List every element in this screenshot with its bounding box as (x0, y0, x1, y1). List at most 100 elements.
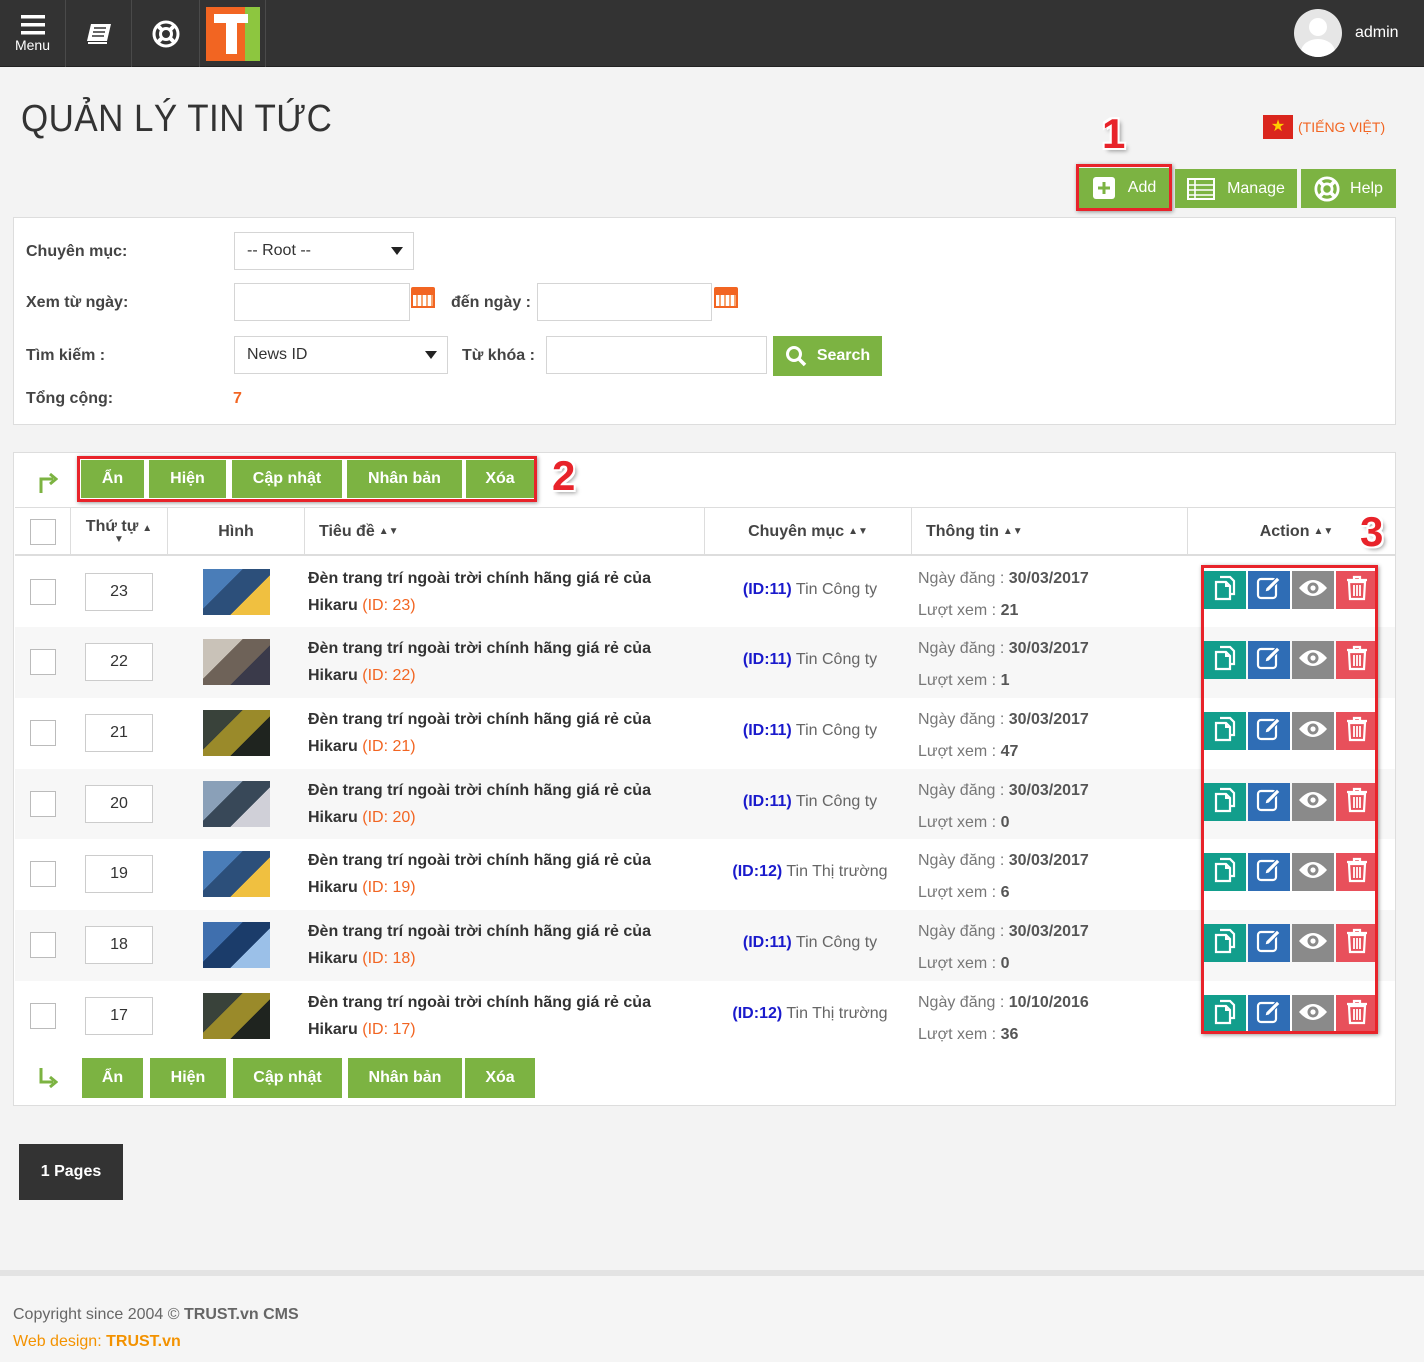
category-select[interactable]: -- Root -- (234, 232, 414, 270)
help-button[interactable]: Help (1301, 169, 1396, 208)
news-id: (ID: 20) (362, 809, 416, 826)
annotation-3: 3 (1360, 508, 1384, 555)
menu-icon (20, 14, 45, 34)
header-info[interactable]: Thông tin ▲▼ (912, 508, 1188, 555)
calendar-icon[interactable] (411, 284, 435, 308)
news-thumbnail[interactable] (203, 569, 270, 615)
manage-button[interactable]: Manage (1175, 169, 1297, 208)
header-title[interactable]: Tiêu đề ▲▼ (305, 508, 705, 555)
show-button-bottom[interactable]: Hiện (150, 1058, 226, 1098)
news-title[interactable]: Đèn trang trí ngoài trời chính hãng giá … (308, 989, 688, 1043)
category-value: -- Root -- (247, 242, 311, 259)
news-thumbnail[interactable] (203, 639, 270, 685)
row-checkbox[interactable] (30, 579, 56, 605)
news-title[interactable]: Đèn trang trí ngoài trời chính hãng giá … (308, 847, 688, 901)
news-id: (ID: 19) (362, 879, 416, 896)
sort-icon: ▲▼ (378, 526, 399, 537)
username[interactable]: admin (1355, 24, 1399, 42)
web-design-link[interactable]: TRUST.vn (106, 1333, 181, 1350)
news-title[interactable]: Đèn trang trí ngoài trời chính hãng giá … (308, 918, 688, 972)
calendar-icon[interactable] (714, 284, 738, 308)
duplicate-button-bottom[interactable]: Nhân bản (348, 1058, 462, 1098)
keyword-input[interactable] (546, 336, 767, 374)
table-row: 18 Đèn trang trí ngoài trời chính hãng gi… (15, 910, 1395, 981)
search-field-select[interactable]: News ID (234, 336, 448, 374)
news-thumbnail[interactable] (203, 781, 270, 827)
order-input[interactable]: 18 (85, 926, 153, 964)
news-id: (ID: 22) (362, 667, 416, 684)
language-switch[interactable]: ★ (TIẾNG VIỆT) (1263, 115, 1385, 139)
pagination[interactable]: 1 Pages (19, 1144, 123, 1200)
search-button[interactable]: Search (773, 336, 882, 376)
news-category: (ID:11) Tin Công ty (742, 651, 878, 668)
news-title[interactable]: Đèn trang trí ngoài trời chính hãng giá … (308, 777, 688, 831)
news-title[interactable]: Đèn trang trí ngoài trời chính hãng giá … (308, 565, 688, 619)
order-input[interactable]: 22 (85, 643, 153, 681)
news-info: Ngày đăng : 30/03/2017 Lượt xem : 0 (918, 782, 1089, 831)
row-checkbox[interactable] (30, 720, 56, 746)
menu-button[interactable]: Menu (0, 0, 66, 67)
news-thumbnail[interactable] (203, 851, 270, 897)
language-label: (TIẾNG VIỆT) (1298, 119, 1386, 135)
news-category: (ID:11) Tin Công ty (742, 793, 878, 810)
sort-up-icon: ▲ (142, 523, 153, 534)
news-thumbnail[interactable] (203, 710, 270, 756)
book-button[interactable] (66, 0, 132, 67)
vietnam-flag-icon: ★ (1263, 115, 1293, 139)
row-checkbox[interactable] (30, 649, 56, 675)
table-row: 19 Đèn trang trí ngoài trời chính hãng gi… (15, 839, 1395, 910)
from-date-input[interactable] (234, 283, 410, 321)
news-thumbnail[interactable] (203, 922, 270, 968)
avatar[interactable] (1294, 9, 1342, 57)
news-category: (ID:11) Tin Công ty (742, 934, 878, 951)
total-label: Tổng cộng: (26, 390, 114, 407)
header-category[interactable]: Chuyên mục ▲▼ (705, 508, 912, 555)
table-header: Thứ tự ▲ ▼ Hình Tiêu đề ▲▼ Chuyên mục ▲▼ Th… (15, 507, 1395, 556)
news-title[interactable]: Đèn trang trí ngoài trời chính hãng giá … (308, 706, 688, 760)
order-input[interactable]: 21 (85, 714, 153, 752)
table-row: 22 Đèn trang trí ngoài trời chính hãng gi… (15, 627, 1395, 698)
row-checkbox[interactable] (30, 932, 56, 958)
news-info: Ngày đăng : 10/10/2016 Lượt xem : 36 (918, 994, 1089, 1043)
trust-logo-icon (205, 6, 260, 61)
order-input[interactable]: 19 (85, 855, 153, 893)
order-input[interactable]: 23 (85, 573, 153, 611)
row-checkbox[interactable] (30, 861, 56, 887)
highlight-bulk-actions (77, 456, 537, 502)
search-label: Tìm kiếm : (26, 347, 106, 364)
search-button-label: Search (816, 347, 871, 364)
news-category: (ID:12) Tin Thị trường (732, 1005, 888, 1022)
order-input[interactable]: 20 (85, 785, 153, 823)
view-count: 36 (1000, 1026, 1019, 1043)
news-title[interactable]: Đèn trang trí ngoài trời chính hãng giá … (308, 635, 688, 689)
news-category: (ID:12) Tin Thị trường (732, 863, 888, 880)
row-checkbox[interactable] (30, 791, 56, 817)
total-value: 7 (233, 390, 242, 407)
update-button-bottom[interactable]: Cập nhật (233, 1058, 342, 1098)
news-id: (ID: 23) (362, 597, 416, 614)
help-label: Help (1350, 179, 1383, 197)
select-all-checkbox[interactable] (29, 518, 56, 545)
news-info: Ngày đăng : 30/03/2017 Lượt xem : 0 (918, 923, 1089, 972)
highlight-add (1076, 164, 1172, 211)
view-count: 6 (1000, 884, 1010, 901)
support-button[interactable] (132, 0, 200, 67)
order-input[interactable]: 17 (85, 997, 153, 1035)
to-date-input[interactable] (537, 283, 712, 321)
annotation-1: 1 (1102, 110, 1126, 157)
header-order[interactable]: Thứ tự ▲ ▼ (71, 508, 168, 555)
view-count: 0 (1000, 955, 1010, 972)
row-checkbox[interactable] (30, 1003, 56, 1029)
annotation-2: 2 (552, 452, 576, 499)
manage-label: Manage (1227, 179, 1285, 197)
search-field-value: News ID (247, 346, 308, 363)
delete-button-bottom[interactable]: Xóa (465, 1058, 535, 1098)
news-info: Ngày đăng : 30/03/2017 Lượt xem : 47 (918, 711, 1089, 760)
arrow-down-right-icon (39, 1068, 58, 1089)
news-category: (ID:11) Tin Công ty (742, 722, 878, 739)
brand-logo[interactable] (200, 0, 266, 67)
news-thumbnail[interactable] (203, 993, 270, 1039)
footer: Copyright since 2004 © TRUST.vn CMS Web … (0, 1270, 1424, 1362)
news-id: (ID: 17) (362, 1021, 416, 1038)
hide-button-bottom[interactable]: Ẩn (82, 1058, 143, 1098)
